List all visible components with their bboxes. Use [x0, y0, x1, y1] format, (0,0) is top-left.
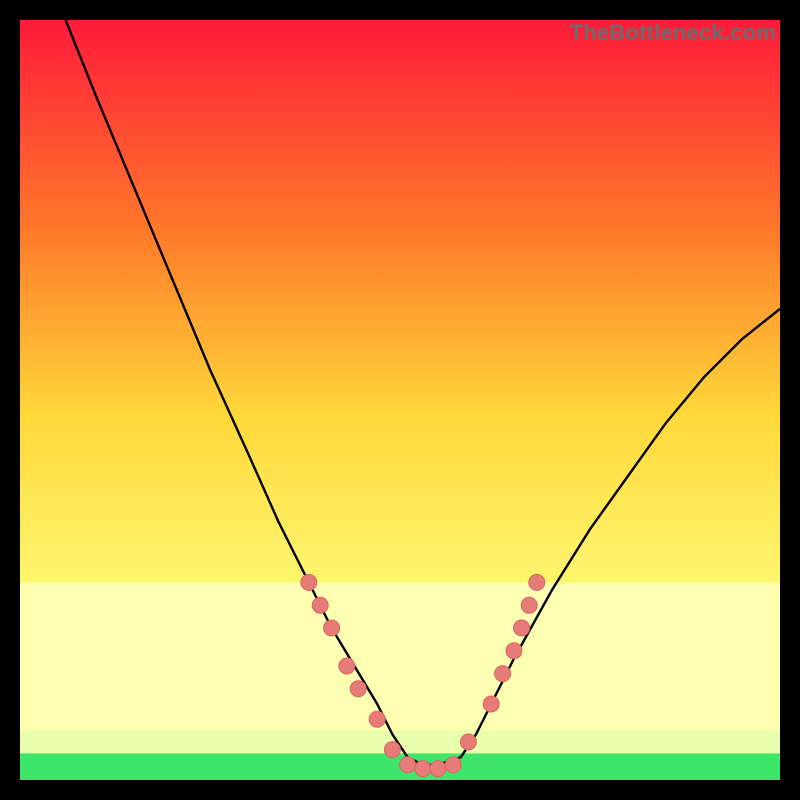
data-point [400, 757, 416, 773]
data-point [301, 574, 317, 590]
data-point [415, 761, 431, 777]
data-point [384, 742, 400, 758]
data-point [350, 681, 366, 697]
data-point [312, 597, 328, 613]
data-point [483, 696, 499, 712]
data-point [324, 620, 340, 636]
yellow-band [20, 582, 780, 730]
data-point [369, 711, 385, 727]
data-point [514, 620, 530, 636]
chart-frame: TheBottleneck.com [20, 20, 780, 780]
data-point [460, 734, 476, 750]
data-point [529, 574, 545, 590]
data-point [339, 658, 355, 674]
data-point [506, 643, 522, 659]
data-point [430, 761, 446, 777]
bottleneck-chart [20, 20, 780, 780]
watermark-label: TheBottleneck.com [570, 20, 776, 46]
data-point [445, 757, 461, 773]
data-point [521, 597, 537, 613]
data-point [495, 666, 511, 682]
